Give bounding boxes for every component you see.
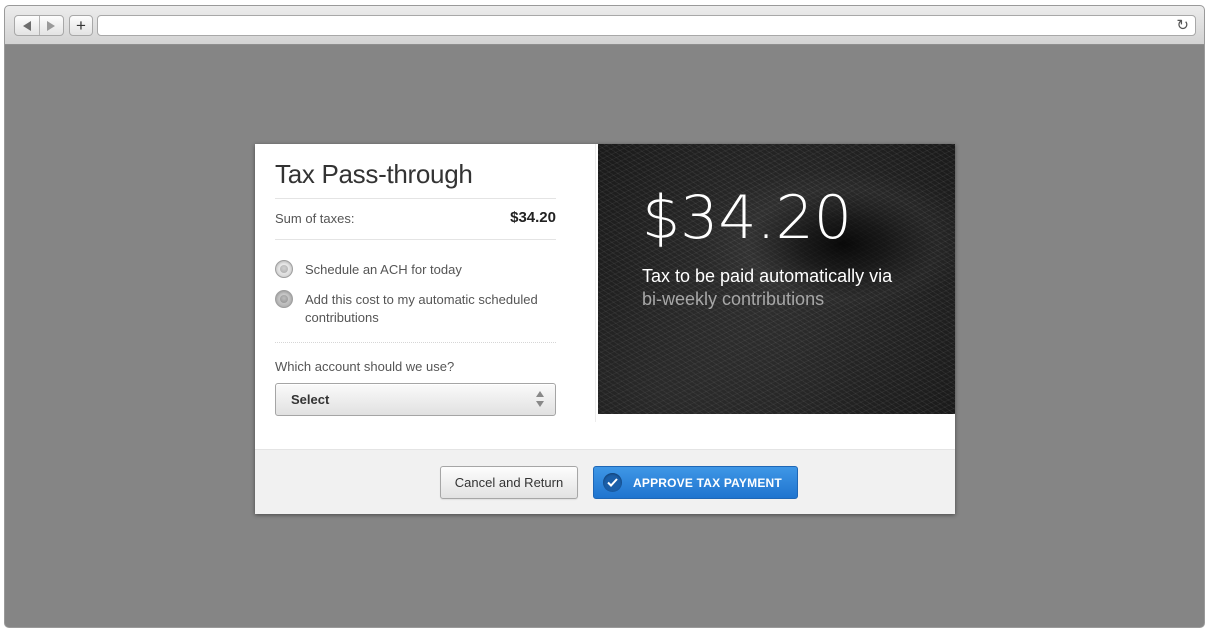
divider — [275, 239, 556, 240]
forward-button[interactable] — [38, 16, 64, 35]
forward-arrow-icon — [47, 20, 56, 31]
modal-title: Tax Pass-through — [275, 159, 473, 189]
column-divider — [595, 144, 596, 422]
option-label[interactable]: Add this cost to my automatic scheduled … — [305, 291, 560, 327]
account-select[interactable]: Select — [275, 383, 556, 416]
option-label[interactable]: Schedule an ACH for today — [305, 261, 560, 279]
check-icon — [603, 473, 622, 492]
tax-pass-through-modal: Tax Pass-through Sum of taxes: $34.20 Sc… — [255, 144, 955, 514]
divider — [275, 198, 556, 199]
modal-body: Tax Pass-through Sum of taxes: $34.20 Sc… — [255, 144, 955, 449]
hero-caption-line1: Tax to be paid automatically via — [642, 266, 893, 286]
back-arrow-icon — [22, 20, 31, 31]
sum-of-taxes-label: Sum of taxes: — [275, 211, 355, 226]
reload-icon[interactable]: ↻ — [1176, 17, 1189, 35]
account-question-label: Which account should we use? — [275, 359, 455, 374]
cancel-and-return-button[interactable]: Cancel and Return — [440, 466, 578, 499]
hero-panel: $34.20 Tax to be paid automatically via … — [598, 144, 955, 414]
approve-button-label: APPROVE TAX PAYMENT — [633, 476, 782, 490]
back-button[interactable] — [15, 16, 39, 35]
plus-icon: + — [76, 16, 86, 35]
dotted-divider — [275, 342, 556, 343]
address-bar[interactable]: ↻ — [97, 15, 1196, 36]
browser-window: + ↻ Tax Pass-through Sum of taxes: $34.2… — [4, 5, 1205, 628]
radio-button-add-to-contributions[interactable] — [275, 290, 293, 308]
browser-toolbar: + ↻ — [5, 6, 1204, 45]
account-select-value: Select — [291, 392, 330, 407]
modal-footer: Cancel and Return APPROVE TAX PAYMENT — [255, 449, 955, 514]
cancel-button-label: Cancel and Return — [454, 475, 564, 490]
sum-of-taxes-value: $34.20 — [510, 209, 556, 226]
radio-button-schedule-ach[interactable] — [275, 260, 293, 278]
select-arrows-icon — [536, 391, 545, 409]
new-tab-button[interactable]: + — [69, 15, 93, 36]
nav-button-group — [14, 15, 64, 36]
hero-caption-line2: bi-weekly contributions — [642, 289, 825, 309]
hero-amount: $34.20 — [642, 183, 852, 253]
approve-tax-payment-button[interactable]: APPROVE TAX PAYMENT — [593, 466, 798, 499]
